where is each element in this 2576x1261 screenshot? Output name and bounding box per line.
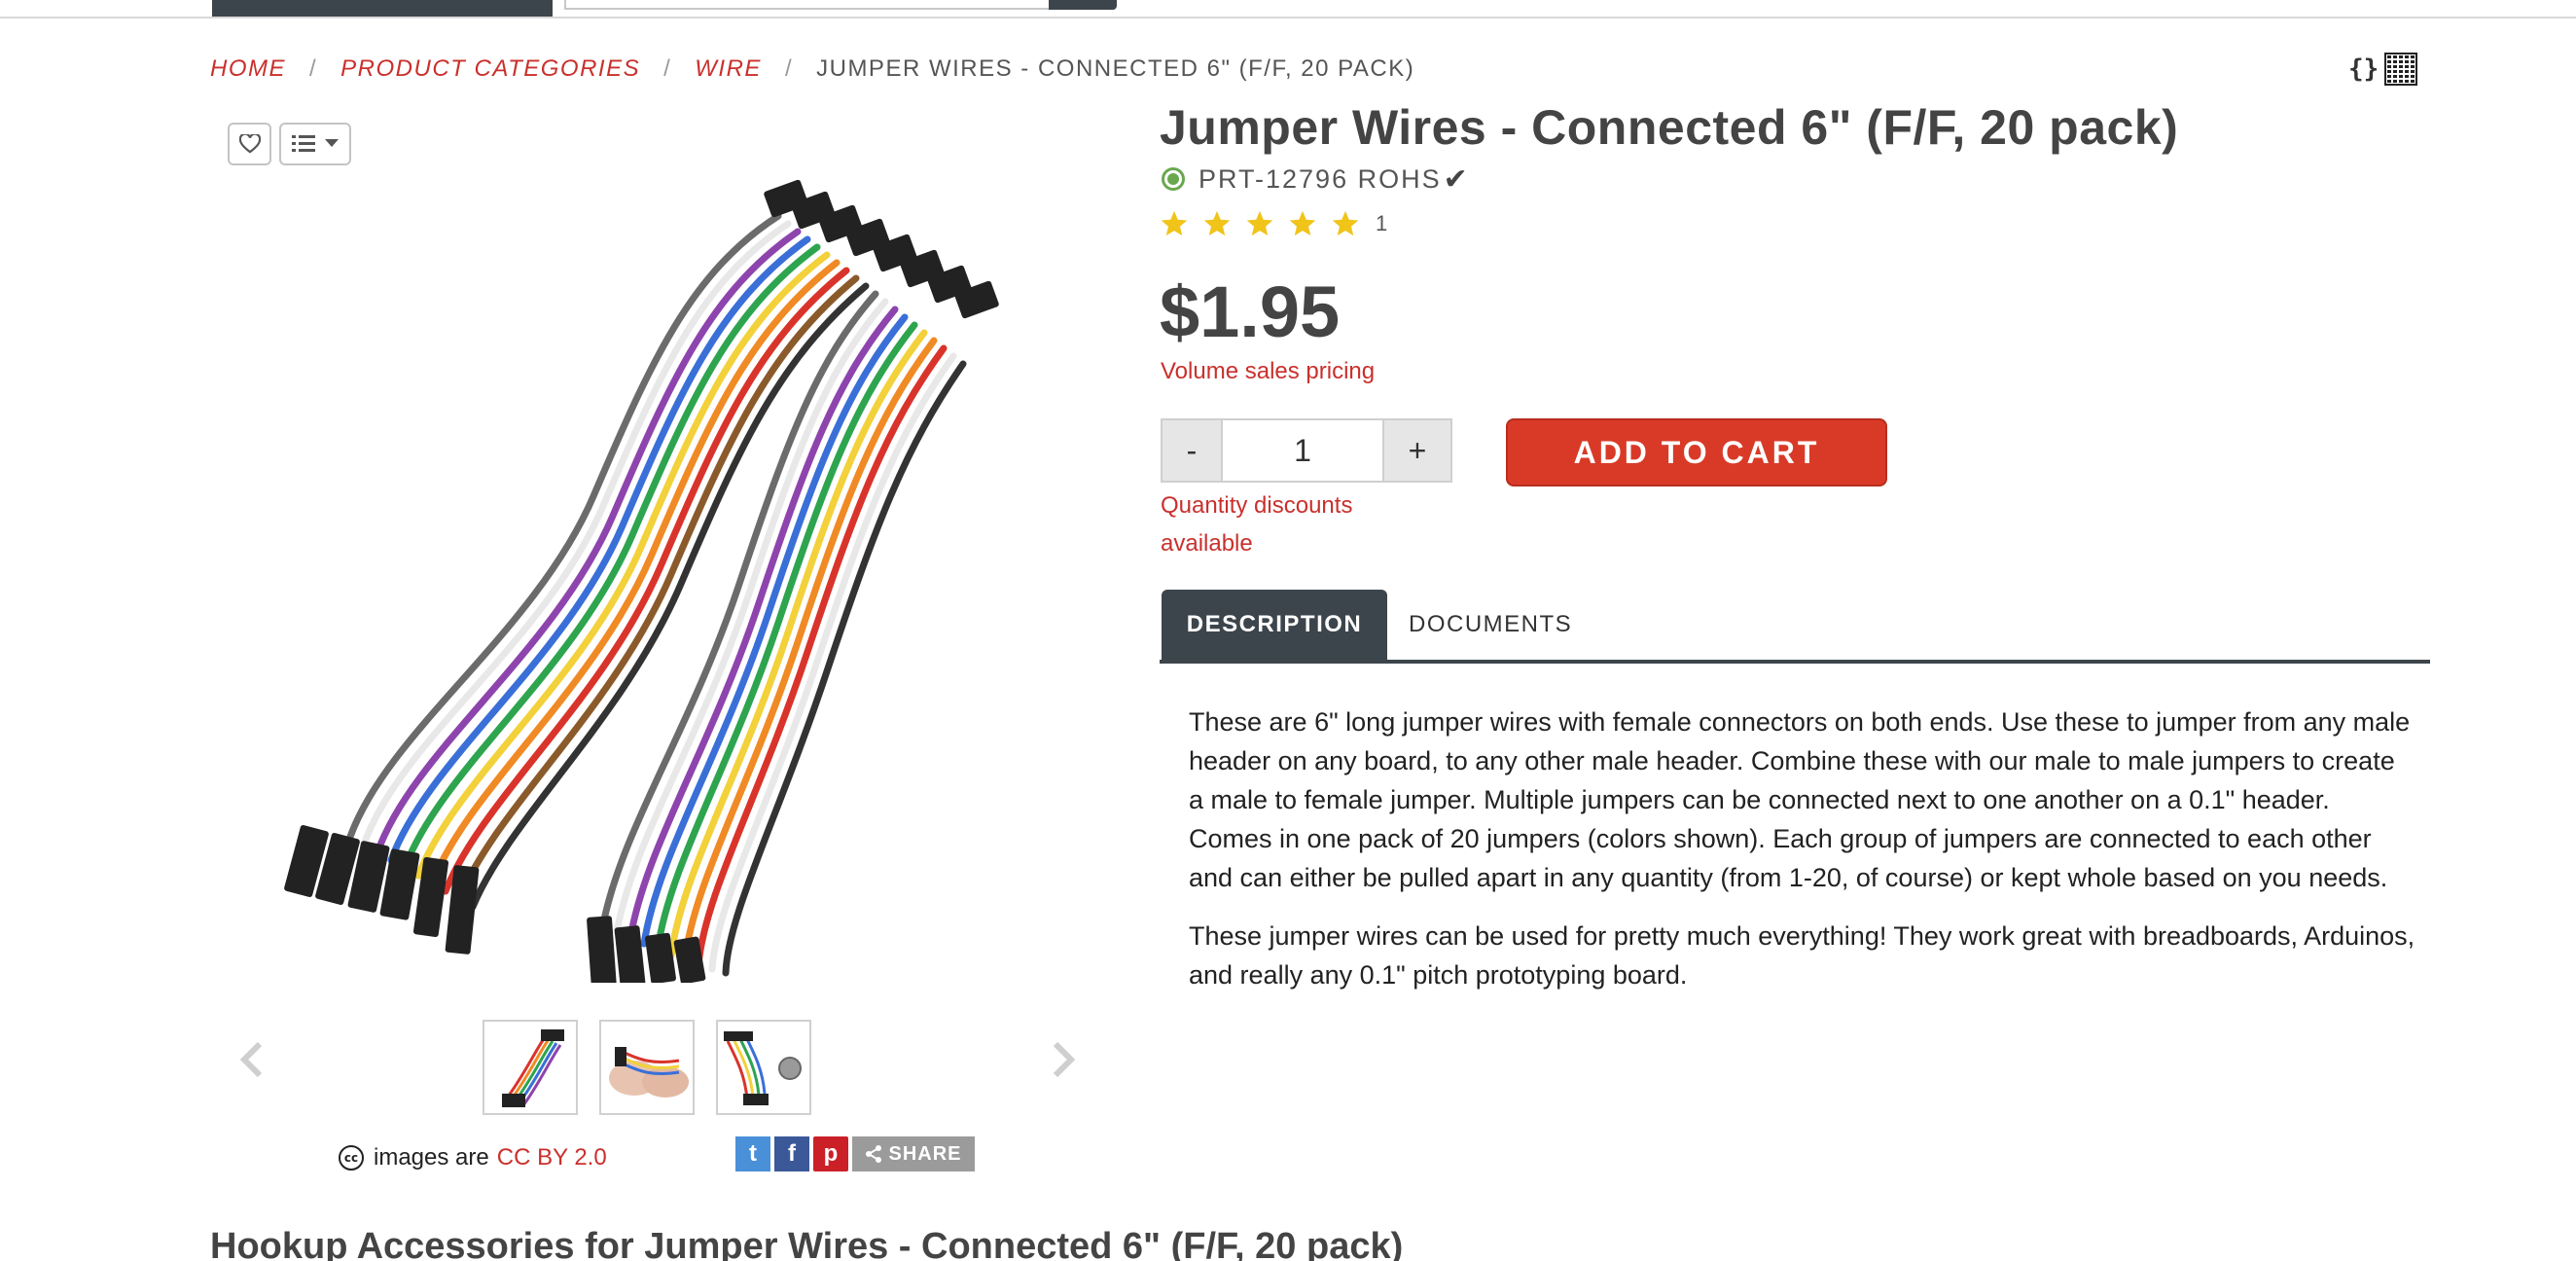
- breadcrumb-wire[interactable]: WIRE: [695, 55, 762, 83]
- caret-down-icon: [325, 139, 339, 147]
- star-icon: [1161, 210, 1188, 236]
- product-sku-row: PRT-12796 ROHS ✔: [1162, 162, 1470, 197]
- product-sku: PRT-12796 ROHS: [1199, 163, 1442, 194]
- chevron-left-icon: [239, 1041, 263, 1078]
- product-rating[interactable]: 1: [1160, 204, 1387, 243]
- share-label: SHARE: [888, 1142, 962, 1165]
- star-icon: [1332, 210, 1359, 236]
- breadcrumb: HOME / PRODUCT CATEGORIES / WIRE / JUMPE…: [210, 54, 1414, 85]
- hookup-accessories-heading: Hookup Accessories for Jumper Wires - Co…: [210, 1226, 1404, 1261]
- breadcrumb-separator: /: [309, 55, 318, 82]
- search-input[interactable]: [564, 0, 1051, 10]
- breadcrumb-current: JUMPER WIRES - CONNECTED 6" (F/F, 20 PAC…: [816, 55, 1415, 82]
- description-paragraph: These jumper wires can be used for prett…: [1189, 921, 2415, 990]
- gallery-thumbnail-2[interactable]: [599, 1020, 695, 1115]
- product-description: These are 6" long jumper wires with fema…: [1189, 703, 2416, 1014]
- share-buttons: t f p SHARE: [735, 1136, 975, 1171]
- code-view-icons: {}: [2348, 53, 2418, 86]
- star-icon: [1246, 210, 1273, 236]
- breadcrumb-product-categories[interactable]: PRODUCT CATEGORIES: [340, 55, 640, 83]
- star-icon: [1203, 210, 1231, 236]
- wishlist-button[interactable]: [228, 123, 271, 165]
- add-to-cart-button[interactable]: ADD TO CART: [1506, 418, 1887, 486]
- volume-pricing-link[interactable]: Volume sales pricing: [1161, 358, 1375, 385]
- review-count[interactable]: 1: [1376, 211, 1387, 236]
- breadcrumb-home[interactable]: HOME: [210, 55, 286, 83]
- nav-dark-block[interactable]: [212, 0, 553, 17]
- braces-icon[interactable]: {}: [2348, 54, 2379, 84]
- heart-icon: [238, 134, 261, 154]
- gallery-next-arrow[interactable]: [1045, 1035, 1084, 1084]
- pinterest-share-button[interactable]: p: [813, 1136, 848, 1171]
- chevron-right-icon: [1053, 1041, 1076, 1078]
- breadcrumb-separator: /: [663, 55, 672, 82]
- list-icon: [292, 135, 315, 152]
- in-stock-indicator-icon: [1162, 167, 1185, 191]
- calendar-grid-icon[interactable]: [2384, 53, 2418, 86]
- image-license: cc images are CC BY 2.0: [339, 1140, 607, 1175]
- twitter-share-button[interactable]: t: [735, 1136, 770, 1171]
- creative-commons-icon: cc: [339, 1145, 364, 1171]
- license-link[interactable]: CC BY 2.0: [497, 1144, 607, 1171]
- breadcrumb-separator: /: [784, 55, 794, 82]
- rohs-check-icon: ✔: [1443, 162, 1470, 196]
- tab-description[interactable]: DESCRIPTION: [1162, 590, 1387, 660]
- gallery-thumbnail-1[interactable]: [483, 1020, 578, 1115]
- quantity-input[interactable]: [1221, 418, 1384, 483]
- product-title: Jumper Wires - Connected 6" (F/F, 20 pac…: [1160, 100, 2179, 155]
- top-nav-strip: [0, 0, 2576, 18]
- star-icon: [1289, 210, 1316, 236]
- description-paragraph: These are 6" long jumper wires with fema…: [1189, 707, 2411, 892]
- product-price: $1.95: [1160, 271, 1341, 352]
- add-to-list-button[interactable]: [279, 123, 351, 165]
- gallery-thumbnail-3[interactable]: [716, 1020, 811, 1115]
- product-image[interactable]: [233, 126, 1128, 983]
- share-icon: [866, 1145, 882, 1163]
- product-tabs: DESCRIPTION DOCUMENTS: [1160, 590, 2430, 664]
- quantity-discounts-link[interactable]: Quantity discounts available: [1161, 486, 1394, 562]
- share-button[interactable]: SHARE: [852, 1136, 975, 1171]
- tab-documents[interactable]: DOCUMENTS: [1409, 590, 1572, 660]
- gallery-prev-arrow[interactable]: [232, 1035, 270, 1084]
- search-button[interactable]: [1049, 0, 1117, 10]
- license-prefix: images are: [374, 1144, 489, 1171]
- facebook-share-button[interactable]: f: [774, 1136, 809, 1171]
- quantity-decrement-button[interactable]: -: [1161, 418, 1223, 483]
- quantity-increment-button[interactable]: +: [1382, 418, 1452, 483]
